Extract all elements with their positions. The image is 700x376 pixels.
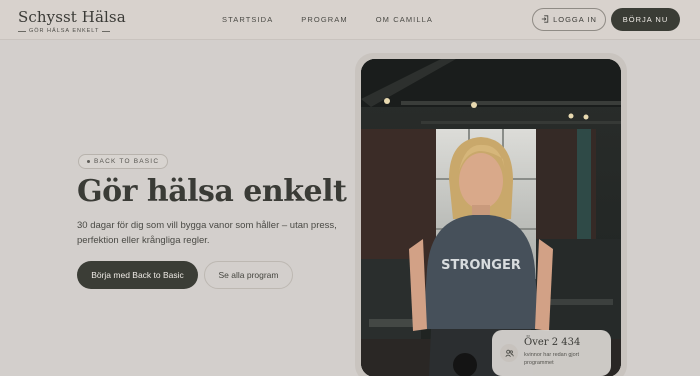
logo-name: Schysst Hälsa [18, 8, 126, 26]
nav-link-startsida[interactable]: STARTSIDA [222, 15, 273, 24]
tagline-divider [18, 30, 26, 32]
woman-in-gym-photo: STRONGER [361, 59, 621, 376]
logo-tagline: GÖR HÄLSA ENKELT [29, 28, 100, 34]
main-nav: STARTSIDA PROGRAM OM CAMILLA [222, 15, 461, 24]
stat-caption: kvinnor har redan gjort programmet [524, 352, 580, 366]
hero-subtitle: 30 dagar för dig som vill bygga vanor so… [77, 220, 337, 246]
site-header: Schysst Hälsa GÖR HÄLSA ENKELT STARTSIDA… [0, 0, 700, 40]
login-button[interactable]: LOGGA IN [532, 8, 606, 31]
hero-photo-frame: STRONGER [355, 53, 627, 376]
logo[interactable]: Schysst Hälsa GÖR HÄLSA ENKELT [18, 8, 126, 34]
program-badge: BACK TO BASIC [78, 154, 169, 169]
nav-link-om-camilla[interactable]: OM CAMILLA [376, 15, 433, 24]
start-now-button[interactable]: BÖRJA NU [611, 8, 680, 31]
badge-label: BACK TO BASIC [94, 158, 160, 165]
stat-text: Över 2 434 kvinnor har redan gjort progr… [524, 337, 594, 367]
tagline-divider [102, 30, 111, 32]
stat-card: Över 2 434 kvinnor har redan gjort progr… [492, 330, 611, 376]
nav-link-program[interactable]: PROGRAM [301, 15, 347, 24]
logo-tagline-row: GÖR HÄLSA ENKELT [18, 28, 113, 34]
badge-dot [87, 160, 90, 163]
hero-title: Gör hälsa enkelt [77, 174, 347, 209]
login-label: LOGGA IN [553, 15, 597, 24]
users-icon [500, 344, 518, 362]
shirt-print: STRONGER [441, 258, 521, 273]
start-back-to-basic-button[interactable]: Börja med Back to Basic [77, 261, 198, 289]
login-icon [541, 14, 549, 25]
stat-value: Över 2 434 [524, 337, 581, 348]
see-all-programs-button[interactable]: Se alla program [204, 261, 293, 289]
